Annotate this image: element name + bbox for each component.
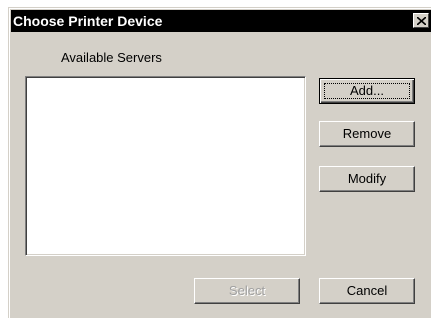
choose-printer-device-dialog: Choose Printer Device Available Servers … <box>8 7 431 318</box>
remove-button-label: Remove <box>342 126 392 141</box>
remove-button[interactable]: Remove <box>319 121 415 147</box>
select-button[interactable]: Select <box>194 278 300 304</box>
modify-button[interactable]: Modify <box>319 166 415 192</box>
add-button-label: Add... <box>350 83 384 98</box>
add-button[interactable]: Add... <box>319 78 415 104</box>
cancel-button[interactable]: Cancel <box>319 278 415 304</box>
available-servers-list[interactable] <box>25 76 306 256</box>
available-servers-label: Available Servers <box>61 50 162 65</box>
modify-button-label: Modify <box>347 171 387 186</box>
close-icon <box>417 17 426 25</box>
cancel-button-label: Cancel <box>346 283 388 298</box>
dialog-title: Choose Printer Device <box>13 13 163 29</box>
title-bar[interactable]: Choose Printer Device <box>11 10 431 32</box>
select-button-label: Select <box>228 283 266 298</box>
close-button[interactable] <box>413 13 429 28</box>
